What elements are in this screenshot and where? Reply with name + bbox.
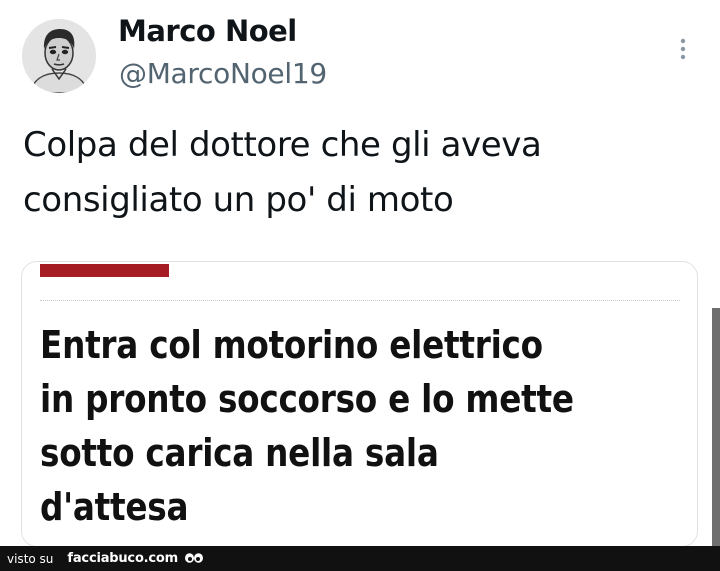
footer-site-link[interactable]: facciabuco.com xyxy=(67,551,178,566)
card-headline-line: in pronto soccorso e lo mette xyxy=(40,377,574,421)
card-accent-bar xyxy=(40,264,169,277)
more-vertical-icon xyxy=(680,38,686,60)
author-name[interactable]: Marco Noel xyxy=(118,14,297,48)
card-headline: Entra col motorino elettrico in pronto s… xyxy=(40,318,694,534)
card-divider xyxy=(40,300,680,301)
scrollbar-thumb[interactable] xyxy=(712,308,720,546)
avatar[interactable] xyxy=(22,19,96,93)
author-handle[interactable]: @MarcoNoel19 xyxy=(119,57,327,90)
card-headline-line: d'attesa xyxy=(40,485,189,529)
more-options-button[interactable] xyxy=(672,34,694,64)
tweet-text-line: consigliato un po' di moto xyxy=(23,180,454,220)
tweet-text-line: Colpa del dottore che gli aveva xyxy=(23,125,542,165)
tweet-text: Colpa del dottore che gli aveva consigli… xyxy=(23,118,683,228)
googly-eyes-icon xyxy=(184,552,204,566)
card-headline-line: Entra col motorino elettrico xyxy=(40,323,543,367)
card-headline-line: sotto carica nella sala xyxy=(40,431,439,475)
footer-bar: visto su facciabuco.com xyxy=(0,546,720,571)
footer-prefix: visto su xyxy=(7,551,54,566)
profile-photo-icon xyxy=(22,19,96,93)
article-card[interactable]: Entra col motorino elettrico in pronto s… xyxy=(21,261,698,547)
